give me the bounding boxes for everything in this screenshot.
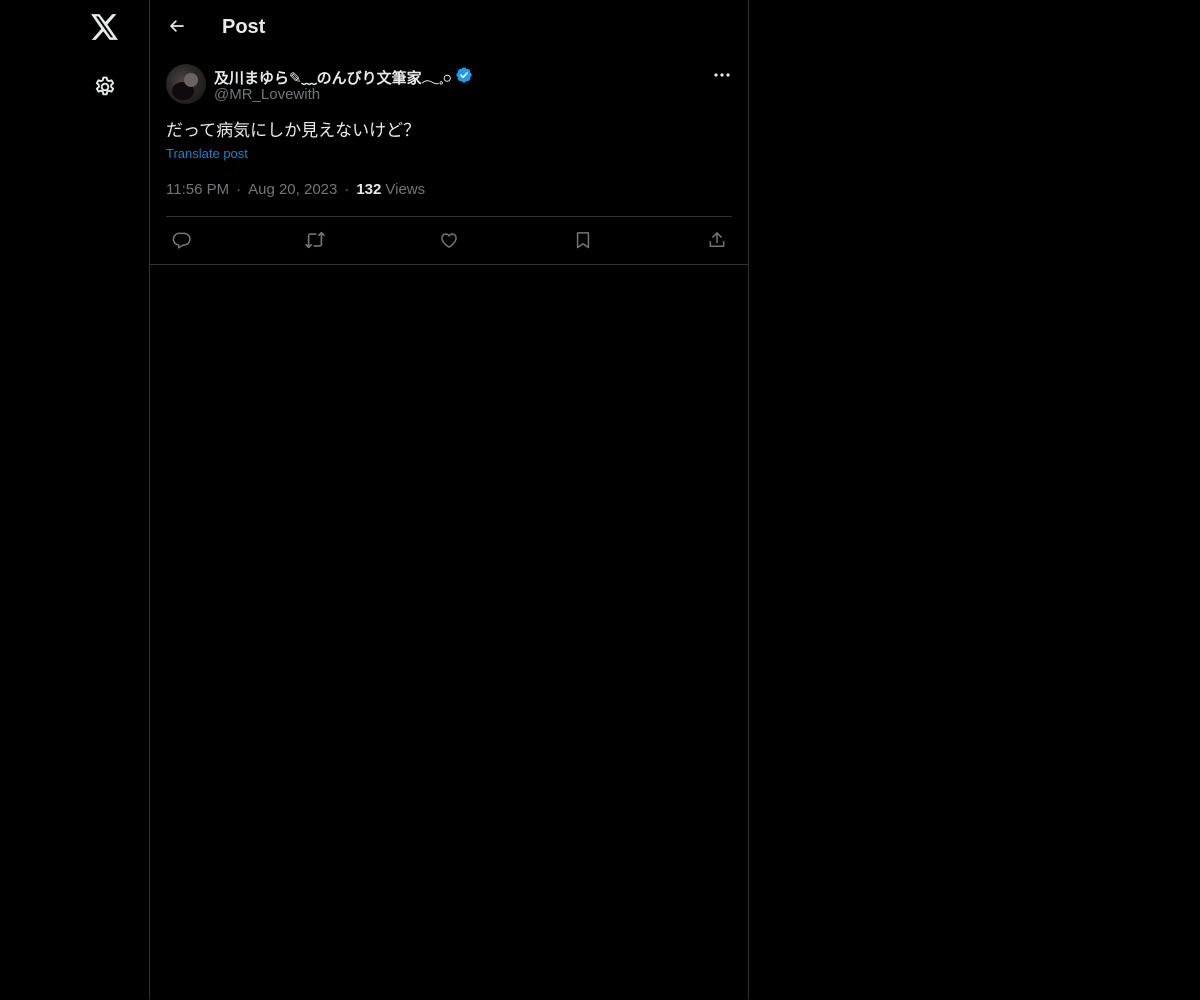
repost-icon — [304, 229, 326, 251]
arrow-left-icon — [168, 17, 186, 35]
like-button[interactable] — [437, 228, 461, 252]
main-column: Post 及川まゆら✎﹏のんびり文筆家𓂃𓈒𓏸 @MR_Lovewith だって病… — [149, 0, 749, 999]
post-date[interactable]: Aug 20, 2023 — [248, 181, 337, 198]
repost-button[interactable] — [303, 228, 327, 252]
translate-post-link[interactable]: Translate post — [166, 146, 248, 161]
meta-separator: · — [236, 181, 242, 198]
views-label: Views — [385, 181, 426, 198]
avatar-face-shape — [184, 73, 198, 87]
verified-badge-icon[interactable] — [455, 66, 473, 84]
views-count: 132 — [356, 181, 382, 198]
author-handle[interactable]: @MR_Lovewith — [214, 86, 320, 103]
meta-separator: · — [344, 181, 350, 198]
post-text: だって病気にしか見えないけど？ — [166, 121, 421, 140]
heart-icon — [439, 230, 459, 250]
post: 及川まゆら✎﹏のんびり文筆家𓂃𓈒𓏸 @MR_Lovewith だって病気にしか見… — [150, 54, 748, 265]
more-dots-icon — [713, 72, 731, 78]
back-button[interactable] — [164, 13, 190, 39]
reply-icon — [172, 230, 192, 250]
share-button[interactable] — [705, 228, 729, 252]
share-icon — [707, 230, 727, 250]
bookmark-icon — [573, 230, 593, 250]
page-title: Post — [222, 16, 266, 38]
nav-rail — [0, 0, 149, 1000]
avatar[interactable] — [166, 64, 206, 104]
bookmark-button[interactable] — [571, 228, 595, 252]
gear-icon[interactable] — [88, 70, 122, 104]
author-name-row: 及川まゆら✎﹏のんびり文筆家𓂃𓈒𓏸 — [214, 63, 473, 88]
post-time[interactable]: 11:56 PM — [166, 181, 229, 198]
post-actions — [166, 217, 732, 264]
author-display-name[interactable]: 及川まゆら✎﹏のんびり文筆家𓂃𓈒𓏸 — [214, 63, 451, 88]
reply-button[interactable] — [170, 228, 194, 252]
more-options-button[interactable] — [708, 64, 736, 86]
app-root: Post 及川まゆら✎﹏のんびり文筆家𓂃𓈒𓏸 @MR_Lovewith だって病… — [0, 0, 1200, 1000]
x-logo-icon[interactable] — [88, 10, 122, 44]
page-header: Post — [150, 0, 748, 54]
post-metadata: 11:56 PM · Aug 20, 2023 · 132 Views — [166, 181, 425, 198]
